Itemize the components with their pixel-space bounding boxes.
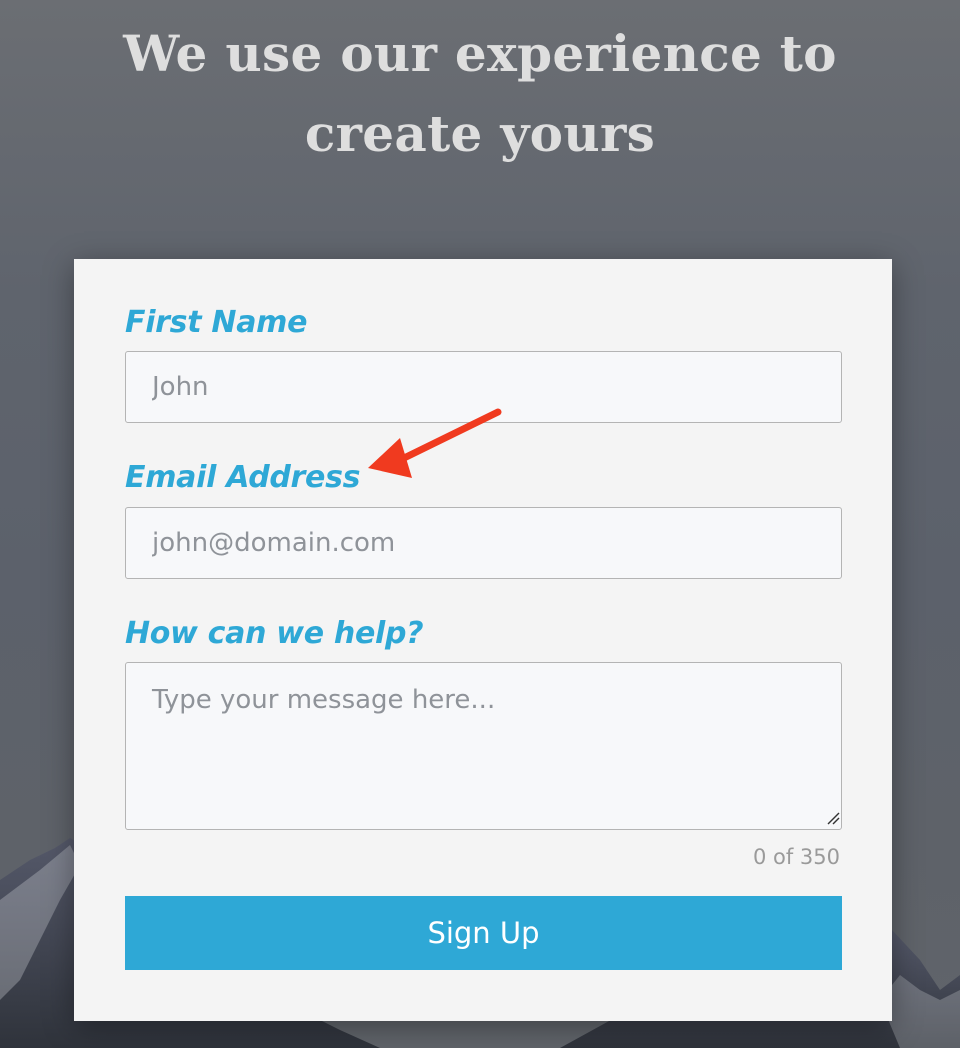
character-counter: 0 of 350 xyxy=(752,845,840,869)
email-label: Email Address xyxy=(125,460,361,495)
hero-heading: We use our experience to create yours xyxy=(0,14,960,174)
message-label: How can we help? xyxy=(125,616,424,651)
first-name-label: First Name xyxy=(125,305,308,340)
sign-up-button[interactable]: Sign Up xyxy=(125,896,842,970)
hero-line-2: create yours xyxy=(304,104,656,163)
hero-line-1: We use our experience to xyxy=(123,24,837,83)
email-input[interactable] xyxy=(125,507,842,579)
signup-form-card: First Name Email Address How can we help… xyxy=(74,259,892,1021)
message-textarea[interactable] xyxy=(125,662,842,830)
resize-grip-icon[interactable] xyxy=(826,811,840,825)
arrow-icon xyxy=(368,408,502,478)
